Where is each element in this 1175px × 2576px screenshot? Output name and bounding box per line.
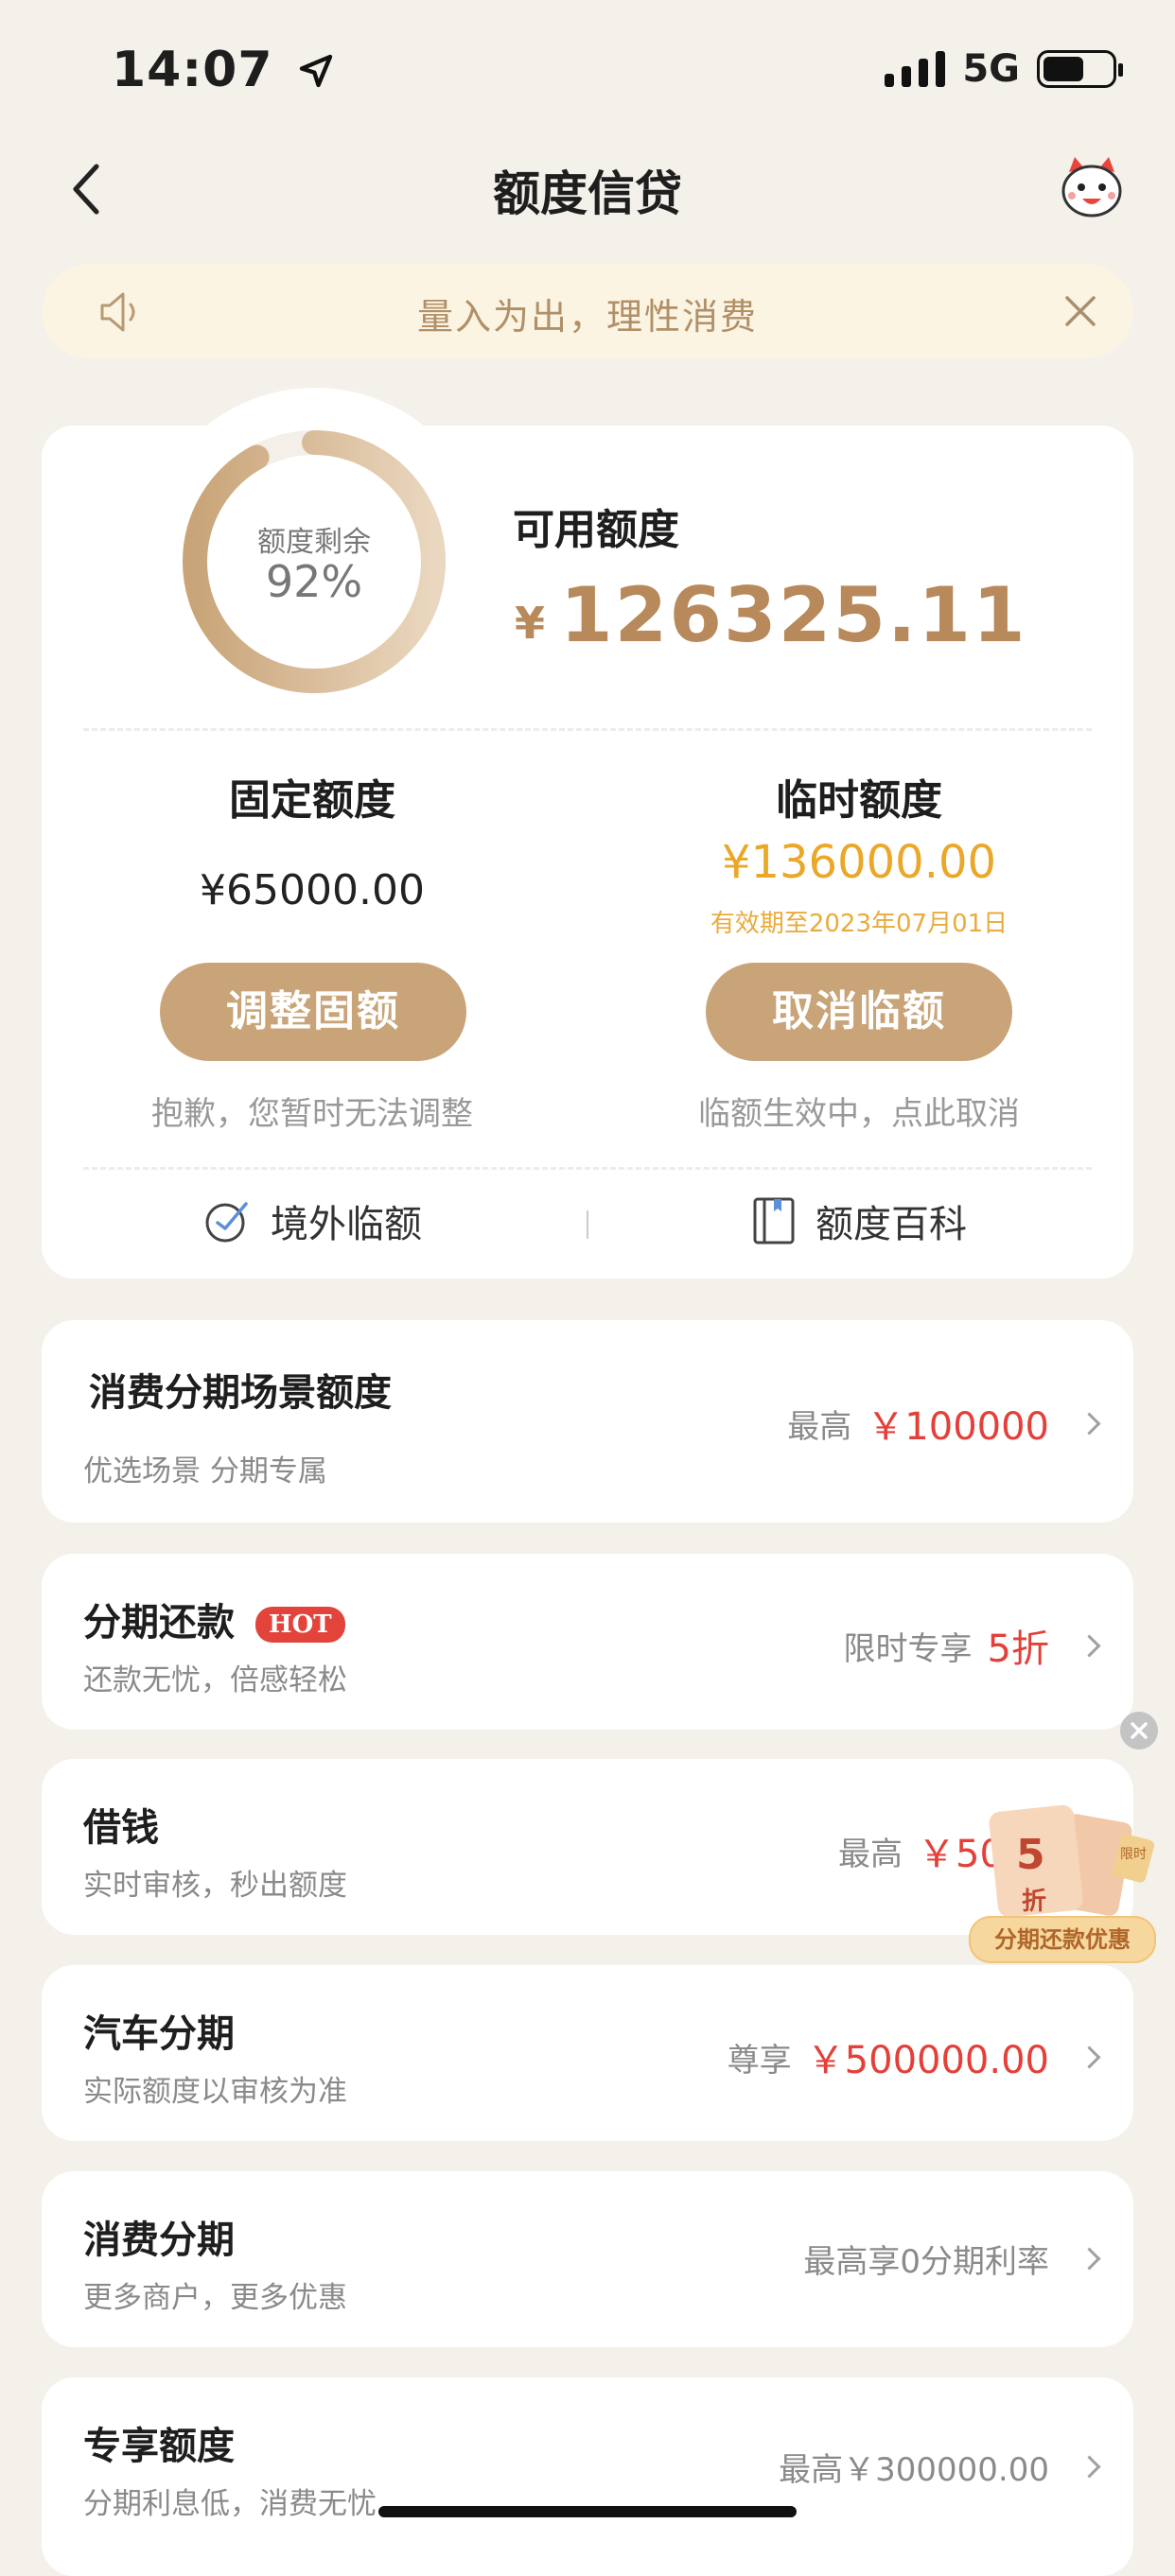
- row-prefix: 尊享: [727, 2041, 792, 2080]
- row-right: 最高享0分期利率: [803, 2236, 1101, 2282]
- adjust-note: 抱歉，您暂时无法调整: [151, 1095, 473, 1133]
- row-title: 消费分期场景额度: [89, 1371, 392, 1415]
- close-icon: [1131, 1722, 1148, 1739]
- promo-number: 5: [1016, 1831, 1045, 1879]
- available-credit-amount: 126325.11: [560, 571, 1027, 659]
- overseas-label: 境外临额: [271, 1203, 422, 1246]
- row-right: 最高￥300000.00: [779, 2444, 1101, 2490]
- temp-credit-amount: ¥136000.00: [721, 836, 997, 889]
- list-item-car-installment[interactable]: 汽车分期 实际额度以审核为准 尊享 ￥500000.00: [42, 1965, 1133, 2141]
- row-title: 汽车分期: [83, 2012, 235, 2056]
- ring-percent: 92%: [265, 556, 363, 607]
- chevron-right-icon: [1078, 2247, 1101, 2271]
- page-title: 额度信贷: [493, 166, 682, 221]
- chevron-right-icon: [1078, 1411, 1101, 1436]
- promo-tag[interactable]: 分期还款优惠: [969, 1916, 1156, 1963]
- notice-bar: 量入为出，理性消费: [42, 264, 1133, 358]
- credit-wiki-link[interactable]: 额度百科: [751, 1193, 967, 1248]
- chevron-right-icon: [1078, 1633, 1101, 1658]
- row-subtitle: 分期利息低，消费无忧: [83, 2487, 377, 2521]
- temp-credit-valid-date: 有效期至2023年07月01日: [710, 910, 1008, 938]
- chevron-right-icon: [1078, 2045, 1101, 2069]
- fixed-credit-amount: ¥65000.00: [200, 866, 425, 914]
- network-type: 5G: [962, 47, 1020, 91]
- row-subtitle: 优选场景 分期专属: [83, 1454, 327, 1488]
- ring-label: 额度剩余: [257, 526, 371, 559]
- close-promo-button[interactable]: [1120, 1712, 1158, 1749]
- divider: [83, 1167, 1092, 1170]
- mascot-service-icon[interactable]: [1056, 151, 1128, 223]
- close-notice-icon[interactable]: [1061, 292, 1099, 330]
- available-currency: ¥: [515, 598, 546, 649]
- row-subtitle: 更多商户，更多优惠: [83, 2281, 347, 2315]
- row-prefix: 最高: [838, 1835, 903, 1873]
- location-arrow-icon: [299, 54, 332, 88]
- row-title: 分期还款: [83, 1601, 235, 1645]
- row-title: 消费分期: [83, 2219, 235, 2262]
- status-time: 14:07: [112, 42, 335, 98]
- status-indicators: 5G: [885, 47, 1123, 91]
- row-subtitle: 实时审核，秒出额度: [83, 1869, 347, 1903]
- promo-unit: 折: [1022, 1888, 1047, 1916]
- cancel-temp-credit-button[interactable]: 取消临额: [706, 963, 1012, 1061]
- globe-plane-icon: [205, 1202, 248, 1243]
- signal-icon: [885, 51, 946, 87]
- row-value: 5折: [987, 1627, 1049, 1671]
- cancel-note[interactable]: 临额生效中，点此取消: [623, 1088, 1096, 1134]
- notice-text: 量入为出，理性消费: [416, 296, 758, 338]
- row-right: 最高 ￥100000: [787, 1396, 1101, 1451]
- row-value: ￥100000: [867, 1405, 1049, 1449]
- list-item-scene-credit[interactable]: 消费分期场景额度 优选场景 分期专属 最高 ￥100000: [42, 1320, 1133, 1523]
- home-indicator[interactable]: [378, 2506, 797, 2517]
- row-right: 限时专享 5折: [843, 1618, 1101, 1673]
- row-title: 借钱: [83, 1806, 159, 1850]
- row-prefix: 最高享0分期利率: [803, 2243, 1049, 2281]
- vertical-divider: [587, 1210, 588, 1239]
- chevron-right-icon: [1078, 2455, 1101, 2479]
- row-subtitle: 实际额度以审核为准: [83, 2075, 347, 2109]
- list-item-installment-repay[interactable]: 分期还款 HOT 还款无忧，倍感轻松 限时专享 5折: [42, 1554, 1133, 1730]
- divider: [83, 728, 1092, 731]
- list-item-exclusive-credit[interactable]: 专享额度 分期利息低，消费无忧 最高￥300000.00: [42, 2377, 1133, 2576]
- list-item-consumer-installment[interactable]: 消费分期 更多商户，更多优惠 最高享0分期利率: [42, 2171, 1133, 2347]
- wiki-label: 额度百科: [815, 1203, 967, 1246]
- row-prefix: 最高￥300000.00: [779, 2451, 1049, 2489]
- row-title-wrap: 分期还款 HOT: [83, 1592, 345, 1646]
- row-prefix: 限时专享: [843, 1629, 973, 1668]
- promo-small: 限时: [1120, 1847, 1147, 1862]
- row-title: 专享额度: [83, 2425, 235, 2468]
- temp-credit-title: 临时额度: [776, 776, 942, 825]
- adjust-fixed-credit-button[interactable]: 调整固额: [160, 963, 466, 1061]
- row-subtitle: 还款无忧，倍感轻松: [83, 1663, 347, 1697]
- overseas-temp-credit-link[interactable]: 境外临额: [202, 1193, 422, 1248]
- fixed-credit-title: 固定额度: [229, 776, 395, 825]
- available-credit-label: 可用额度: [513, 506, 679, 554]
- hot-badge: HOT: [255, 1607, 345, 1643]
- battery-icon: [1037, 50, 1123, 88]
- row-right: 尊享 ￥500000.00: [727, 2029, 1101, 2084]
- row-prefix: 最高: [787, 1407, 852, 1446]
- book-icon: [753, 1197, 795, 1244]
- row-value: ￥500000.00: [806, 2039, 1049, 2082]
